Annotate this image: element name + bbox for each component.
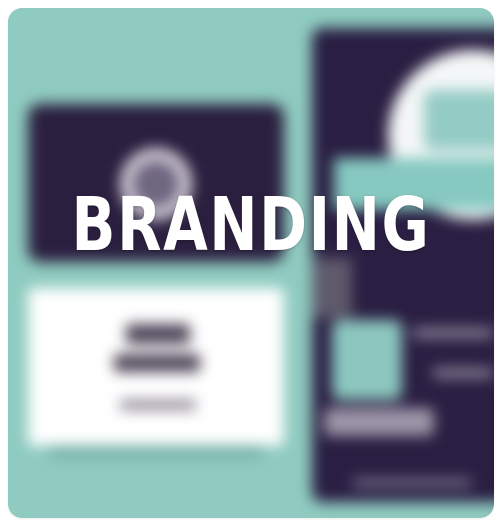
card-logo-mark	[126, 324, 190, 344]
poster-mascot-icon	[332, 320, 402, 400]
card-tagline	[120, 400, 196, 410]
poster-badge-text	[424, 90, 494, 150]
tile-title: BRANDING	[71, 182, 431, 268]
poster-text-line	[412, 328, 494, 338]
branding-portfolio-tile[interactable]: BRANDING	[8, 8, 494, 518]
poster-headline	[324, 408, 434, 436]
poster-text-line	[432, 368, 494, 378]
poster-footer-line	[352, 478, 472, 488]
card-logo-wordmark	[114, 354, 200, 372]
light-business-card-image	[28, 288, 284, 446]
card-shadow	[48, 446, 264, 456]
